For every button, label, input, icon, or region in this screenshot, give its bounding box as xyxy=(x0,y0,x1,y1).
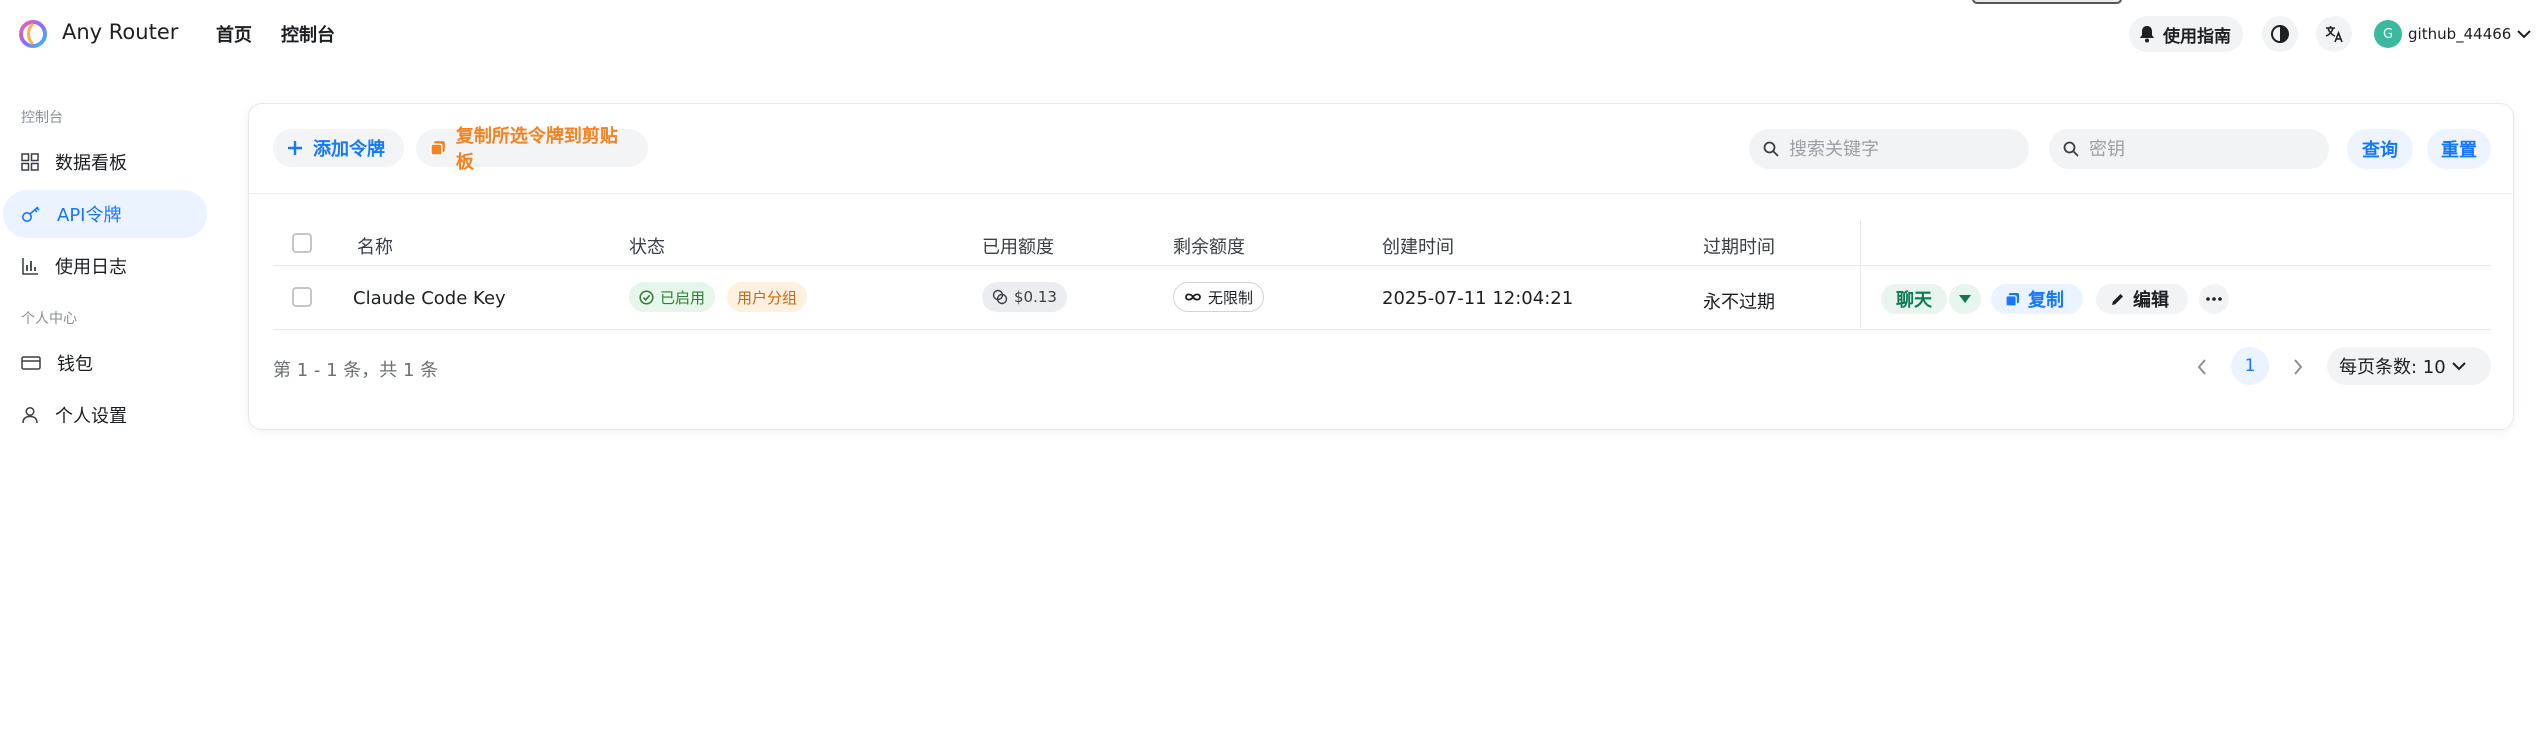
guide-label: 使用指南 xyxy=(2163,26,2231,47)
sidebar-item-usage-logs[interactable]: 使用日志 xyxy=(3,242,207,290)
copy-token-label: 复制 xyxy=(2028,290,2064,311)
used-quota-value: $0.13 xyxy=(1014,288,1057,306)
token-key-search[interactable] xyxy=(2049,129,2329,169)
sidebar-item-label: 个人设置 xyxy=(55,406,127,427)
keyword-search[interactable] xyxy=(1749,129,2029,169)
chevron-down-icon xyxy=(2451,362,2466,371)
top-header: Any Router 首页 控制台 使用指南 G github_44466 xyxy=(0,0,2541,68)
translate-icon xyxy=(2325,26,2343,43)
token-key-input[interactable] xyxy=(2089,138,2309,160)
sidebar-item-label: API令牌 xyxy=(57,205,122,226)
page-size-select[interactable]: 每页条数: 10 xyxy=(2327,347,2491,385)
column-header-status[interactable]: 状态 xyxy=(629,233,665,259)
add-token-button[interactable]: 添加令牌 xyxy=(273,129,404,167)
status-label: 已启用 xyxy=(660,288,706,307)
token-name: Claude Code Key xyxy=(353,288,506,309)
copy-selected-label: 复制所选令牌到剪贴板 xyxy=(455,126,618,173)
wallet-icon xyxy=(21,356,41,370)
chevron-right-icon xyxy=(2294,359,2303,375)
created-time: 2025-07-11 12:04:21 xyxy=(1382,288,1574,309)
actions-column-separator xyxy=(1860,220,1861,328)
edit-token-label: 编辑 xyxy=(2133,290,2169,311)
page-size-label: 每页条数: 10 xyxy=(2339,357,2446,378)
check-circle-icon xyxy=(639,289,654,305)
toolbar-divider xyxy=(249,193,2513,194)
group-label: 用户分组 xyxy=(737,288,798,307)
chat-button[interactable]: 聊天 xyxy=(1881,284,1947,314)
column-header-remaining[interactable]: 剩余额度 xyxy=(1173,233,1245,259)
guide-button[interactable]: 使用指南 xyxy=(2129,16,2243,52)
top-edge-fragment xyxy=(1972,0,2122,4)
pencil-icon xyxy=(2112,293,2123,305)
coins-icon xyxy=(992,289,1008,305)
more-horizontal-icon xyxy=(2206,297,2222,301)
expire-time: 永不过期 xyxy=(1703,292,1775,313)
sidebar-item-label: 钱包 xyxy=(57,354,93,375)
sidebar-group-personal: 个人中心 xyxy=(21,311,77,327)
infinity-icon xyxy=(1185,293,1201,301)
language-button[interactable] xyxy=(2316,16,2352,52)
theme-toggle-button[interactable] xyxy=(2262,16,2298,52)
chevron-left-icon xyxy=(2197,359,2206,375)
copy-icon xyxy=(430,141,445,156)
copy-selected-tokens-button[interactable]: 复制所选令牌到剪贴板 xyxy=(416,126,648,173)
user-icon xyxy=(22,406,38,424)
column-header-created[interactable]: 创建时间 xyxy=(1382,233,1454,259)
table-row-divider xyxy=(273,329,2491,330)
copy-icon xyxy=(2005,292,2020,307)
app-logo xyxy=(19,20,47,48)
prev-page-button[interactable] xyxy=(2187,349,2217,385)
bell-icon xyxy=(2140,26,2154,43)
avatar: G xyxy=(2374,20,2402,48)
group-badge: 用户分组 xyxy=(727,282,808,312)
remaining-quota-value: 无限制 xyxy=(1208,288,1254,307)
username: github_44466 xyxy=(2408,25,2512,43)
sidebar-item-dashboard[interactable]: 数据看板 xyxy=(3,138,207,186)
sidebar-item-settings[interactable]: 个人设置 xyxy=(3,391,207,439)
brand-name[interactable]: Any Router xyxy=(62,20,178,44)
select-all-checkbox[interactable] xyxy=(292,233,312,253)
bar-chart-icon xyxy=(22,258,38,275)
search-icon xyxy=(1763,141,1779,157)
sidebar-item-wallet[interactable]: 钱包 xyxy=(3,339,207,387)
chevron-down-icon xyxy=(2517,30,2532,39)
chat-dropdown-button[interactable] xyxy=(1949,284,1981,314)
sidebar-item-label: 使用日志 xyxy=(55,257,127,278)
user-menu[interactable]: G github_44466 xyxy=(2368,16,2536,52)
reset-button[interactable]: 重置 xyxy=(2427,129,2491,169)
dashboard-icon xyxy=(21,153,39,171)
sidebar-item-api-tokens[interactable]: API令牌 xyxy=(3,190,207,238)
sidebar-item-label: 数据看板 xyxy=(55,153,127,174)
query-button[interactable]: 查询 xyxy=(2347,129,2413,169)
more-actions-button[interactable] xyxy=(2199,284,2229,314)
column-header-expires[interactable]: 过期时间 xyxy=(1703,233,1775,259)
plus-icon xyxy=(288,141,302,155)
row-checkbox[interactable] xyxy=(292,287,312,307)
remaining-quota-badge: 无限制 xyxy=(1173,282,1265,312)
page-number-button[interactable]: 1 xyxy=(2231,347,2269,385)
next-page-button[interactable] xyxy=(2283,349,2313,385)
status-badge: 已启用 xyxy=(629,282,716,312)
sidebar-group-console: 控制台 xyxy=(21,110,63,126)
search-icon xyxy=(2063,141,2079,157)
keyword-search-input[interactable] xyxy=(1789,138,2009,160)
used-quota-badge: $0.13 xyxy=(982,282,1067,312)
key-icon xyxy=(22,206,40,222)
nav-home[interactable]: 首页 xyxy=(216,21,252,47)
copy-token-button[interactable]: 复制 xyxy=(1991,284,2083,314)
moon-icon xyxy=(2271,25,2289,43)
column-header-used[interactable]: 已用额度 xyxy=(982,233,1054,259)
nav-console[interactable]: 控制台 xyxy=(281,21,335,47)
caret-down-icon xyxy=(1959,295,1971,303)
edit-token-button[interactable]: 编辑 xyxy=(2096,284,2188,314)
pagination-info: 第 1 - 1 条，共 1 条 xyxy=(273,360,439,381)
table-header-divider xyxy=(273,265,2491,266)
column-header-name[interactable]: 名称 xyxy=(357,233,393,259)
add-token-label: 添加令牌 xyxy=(313,139,385,160)
